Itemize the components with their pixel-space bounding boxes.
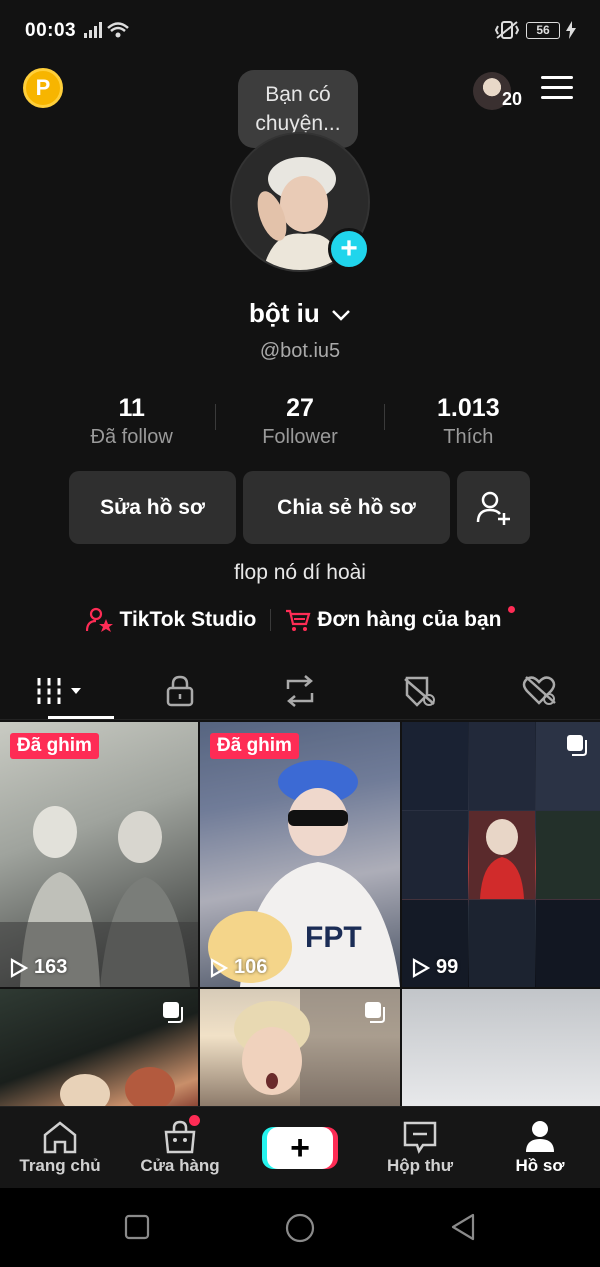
play-icon (10, 957, 28, 978)
notification-dot (189, 1115, 200, 1126)
thumbnail-image (402, 722, 600, 987)
view-count-value: 163 (34, 956, 68, 978)
tiktok-studio-link[interactable]: TikTok Studio (85, 607, 257, 633)
multi-photo-icon (365, 1002, 385, 1023)
video-thumbnail[interactable] (200, 989, 400, 1106)
status-right: 56 (494, 20, 576, 40)
inbox-icon (403, 1121, 437, 1154)
nav-profile[interactable]: Hồ sơ (480, 1107, 600, 1188)
stat-label: Thích (443, 426, 494, 448)
status-time: 00:03 (25, 20, 77, 41)
system-nav-bar (0, 1188, 600, 1267)
video-thumbnail[interactable]: Đã ghim 163 (0, 722, 198, 987)
recents-icon[interactable] (124, 1214, 150, 1240)
video-thumbnail[interactable] (402, 989, 600, 1106)
video-thumbnail[interactable]: 99 (402, 722, 600, 987)
notification-count: 20 (502, 89, 523, 109)
battery-indicator: 56 (526, 21, 560, 39)
bottom-nav: Trang chủ Cửa hàng + Hộp thư Hồ sơ (0, 1106, 600, 1188)
view-count: 163 (10, 956, 67, 979)
stat-likes[interactable]: 1.013 Thích (385, 394, 552, 449)
thumbnail-image (0, 806, 198, 987)
profile-icon (526, 1120, 554, 1152)
add-user-icon (476, 491, 510, 525)
videos-grid-icon (36, 677, 81, 704)
menu-icon[interactable] (541, 76, 573, 100)
tab-private[interactable] (120, 662, 240, 719)
status-bar: 00:03 56 (0, 0, 600, 62)
edit-profile-button[interactable]: Sửa hồ sơ (69, 471, 236, 544)
add-avatar-button[interactable]: + (328, 228, 370, 270)
multi-photo-icon (163, 1002, 183, 1023)
display-name: bột iu (249, 298, 320, 328)
stats-row: 11 Đã follow 27 Follower 1.013 Thích (48, 394, 552, 449)
tab-videos[interactable] (0, 662, 120, 719)
display-name-row[interactable]: bột iu (0, 298, 600, 329)
nav-shop[interactable]: Cửa hàng (120, 1107, 240, 1188)
username: @bot.iu5 (259, 340, 341, 362)
pinned-badge: Đã ghim (10, 733, 99, 759)
profile-avatar-wrap[interactable]: + (230, 132, 370, 272)
tab-liked[interactable] (480, 662, 600, 719)
create-button[interactable]: + (267, 1126, 333, 1169)
share-profile-button[interactable]: Chia sẻ hồ sơ (243, 471, 450, 544)
notification-dot (507, 606, 515, 613)
nav-inbox[interactable]: Hộp thư (360, 1107, 480, 1188)
signal-icon (84, 22, 129, 38)
divider (270, 609, 272, 631)
cart-icon (286, 609, 311, 631)
orders-link[interactable]: Đơn hàng của bạn (285, 606, 515, 632)
back-icon[interactable] (449, 1212, 477, 1242)
vibrate-icon (494, 21, 520, 39)
stat-value: 11 (118, 394, 145, 422)
thumbnail-image: FPT (200, 722, 400, 987)
lock-icon (166, 675, 194, 706)
stat-label: Đã follow (90, 426, 173, 448)
coin-icon[interactable]: P (23, 68, 63, 108)
repost-icon (286, 674, 314, 707)
tab-reposts[interactable] (240, 662, 360, 719)
home-circle-icon[interactable] (284, 1212, 316, 1244)
svg-text:FPT: FPT (305, 921, 362, 954)
orders-label: Đơn hàng của bạn (317, 608, 502, 631)
home-icon (43, 1120, 77, 1153)
chevron-down-icon (332, 310, 350, 321)
nav-home[interactable]: Trang chủ (0, 1107, 120, 1188)
stat-followers[interactable]: 27 Follower (216, 394, 383, 449)
view-count-value: 106 (234, 956, 268, 978)
stat-following[interactable]: 11 Đã follow (48, 394, 215, 449)
nav-label: Hồ sơ (515, 1155, 565, 1175)
stat-value: 27 (286, 394, 314, 422)
play-icon (412, 957, 430, 978)
studio-label: TikTok Studio (119, 608, 257, 631)
video-grid: Đã ghim 163 FPT Đã ghim 106 99 (0, 722, 600, 1106)
nav-label: Trang chủ (19, 1155, 101, 1175)
nav-label: Hộp thư (386, 1155, 454, 1175)
play-icon (210, 957, 228, 978)
add-friend-button[interactable] (457, 471, 530, 544)
multi-photo-icon (567, 735, 587, 756)
profile-links: TikTok Studio Đơn hàng của bạn (0, 606, 600, 633)
view-count: 99 (412, 956, 458, 979)
view-count-value: 99 (436, 956, 459, 978)
tab-tagged[interactable] (360, 662, 480, 719)
view-count: 106 (210, 956, 267, 979)
studio-icon (85, 607, 113, 632)
stat-label: Follower (262, 426, 338, 448)
tagged-icon (404, 676, 435, 707)
liked-icon (522, 675, 556, 705)
bio[interactable]: flop nó dí hoài (0, 561, 600, 585)
video-thumbnail[interactable]: FPT Đã ghim 106 (200, 722, 400, 987)
pinned-badge: Đã ghim (210, 733, 299, 759)
video-thumbnail[interactable] (0, 989, 198, 1106)
charging-icon (566, 21, 576, 39)
profile-actions: Sửa hồ sơ Chia sẻ hồ sơ (69, 471, 530, 544)
nav-label: Cửa hàng (140, 1155, 220, 1175)
nav-create[interactable]: + (240, 1107, 360, 1188)
stat-value: 1.013 (437, 394, 500, 422)
content-tabs (0, 662, 600, 720)
